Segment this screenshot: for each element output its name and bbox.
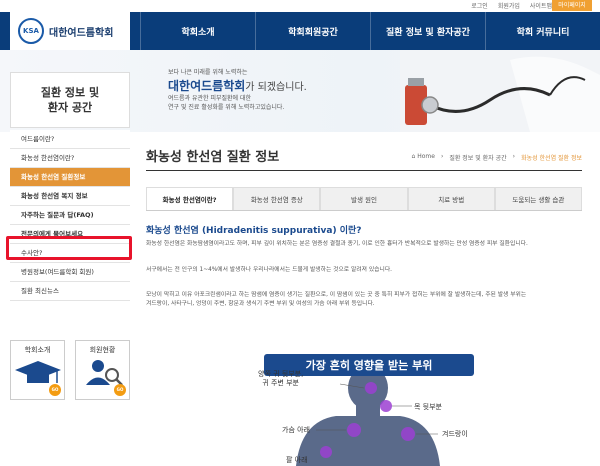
content-tabs: 화농성 한선염이란? 화농성 한선염 증상 발생 원인 치료 방법 도움되는 생… xyxy=(146,187,583,211)
tab-what-is-hs[interactable]: 화농성 한선염이란? xyxy=(146,187,234,210)
human-body-illustration xyxy=(296,376,440,466)
header: KSA 대한여드름학회 학회소개 학회회원공간 질환 정보 및 환자공간 학회 … xyxy=(0,12,600,50)
tab-lifestyle[interactable]: 도움되는 생활 습관 xyxy=(494,187,583,210)
section-title: 화농성 한선염 (Hidradenitis suppurativa) 이란? xyxy=(146,226,362,236)
card-members-label: 회원현황 xyxy=(89,346,116,354)
label-under-breast: 가슴 아래 xyxy=(282,426,310,434)
breadcrumb: ⌂ Home › 질환 정보 및 환자 공간 › 화농성 한선염 질환 정보 xyxy=(412,153,583,162)
nav-about[interactable]: 학회소개 xyxy=(140,12,255,50)
sidebar-item-hs-disease-info[interactable]: 화농성 한선염 질환정보 xyxy=(10,168,130,187)
nav-community[interactable]: 학회 커뮤니티 xyxy=(485,12,600,50)
logo[interactable]: KSA 대한여드름학회 xyxy=(10,12,130,50)
sitemap-link[interactable]: 사이트맵 xyxy=(530,1,552,10)
banner-title-suffix: 가 되겠습니다. xyxy=(245,82,307,93)
sidebar-item-hs-welfare[interactable]: 화농성 한선염 복지 정보 xyxy=(10,187,130,206)
paragraph-3-line2: 겨드랑이, 사타구니, 엉덩이 주변, 항문과 생식기 주변 부위 및 여성의 … xyxy=(146,301,375,307)
mypage-button[interactable]: 마이페이지 xyxy=(552,0,592,11)
breadcrumb-home-label: Home xyxy=(417,153,435,160)
label-behind-ears-line1: 양쪽 귀 뒷부분, xyxy=(258,370,304,378)
banner-title: 대한여드름학회가 되겠습니다. xyxy=(168,77,307,94)
body-figure: 양쪽 귀 뒷부분, 귀 주변 부분 목 뒷부분 가슴 아래 겨드랑이 팔 아래 xyxy=(146,370,582,466)
breadcrumb-sep: › xyxy=(440,153,444,160)
tab-symptoms[interactable]: 화농성 한선염 증상 xyxy=(233,187,321,210)
sidebar-title-line2: 환자 공간 xyxy=(47,101,93,114)
banner-desc-line2: 연구 및 진료 활성화를 위해 노력하고있습니다. xyxy=(168,104,285,111)
sidebar-title-line1: 질환 정보 및 xyxy=(40,86,100,99)
tab-causes[interactable]: 발생 원인 xyxy=(320,187,408,210)
banner-desc-line1: 여드름과 유관한 피부질환에 대한 xyxy=(168,95,252,102)
label-under-arm: 팔 아래 xyxy=(286,456,308,464)
login-link[interactable]: 로그인 xyxy=(471,1,488,10)
page-title: 화농성 한선염 질환 정보 xyxy=(146,150,280,165)
card-about-go[interactable]: GO xyxy=(49,384,61,396)
sidebar-item-hs-intro[interactable]: 화농성 한선염이란? xyxy=(10,149,130,168)
nav-members[interactable]: 학회회원공간 xyxy=(255,12,370,50)
paragraph-3-line1: 모낭이 막히고 이유 아포크린샘이라고 하는 땀샘에 염증이 생기는 질환으로,… xyxy=(146,292,527,298)
paragraph-2: 서구에서는 전 인구의 1~4%에서 발생하나 우리나라에서는 드물게 발생하는… xyxy=(146,267,393,273)
sidebar-title: 질환 정보 및 환자 공간 xyxy=(10,72,130,128)
highlight-box xyxy=(6,236,132,260)
sidebar-item-faq[interactable]: 자주하는 질문과 답(FAQ) xyxy=(10,206,130,225)
utility-bar: 로그인 회원가입 사이트맵 마이페이지 xyxy=(0,0,600,12)
card-members[interactable]: 회원현황 GO xyxy=(75,340,130,400)
logo-mark: KSA xyxy=(18,18,44,44)
banner-subtitle: 보다 나은 미래를 위해 노력하는 xyxy=(168,69,248,76)
paragraph-1: 화농성 한선염은 화농땀샘염이라고도 하며, 피부 깊이 위치하는 분은 염증성… xyxy=(146,241,528,247)
breadcrumb-section[interactable]: 질환 정보 및 환자 공간 xyxy=(449,153,506,162)
breadcrumb-current: 화농성 한선염 질환 정보 xyxy=(521,155,582,162)
sidebar-cards: 학회소개 GO 회원현황 GO xyxy=(10,340,130,400)
sidebar-item-hospital-info[interactable]: 병원정보(여드름학회 회원) xyxy=(10,263,130,282)
signup-link[interactable]: 회원가입 xyxy=(498,1,520,10)
label-behind-ears-line2: 귀 주변 부분 xyxy=(262,379,299,387)
sidebar-menu: 여드름이란? 화농성 한선염이란? 화농성 한선염 질환정보 화농성 한선염 복… xyxy=(10,130,130,301)
sidebar-item-acne[interactable]: 여드름이란? xyxy=(10,130,130,149)
label-back-of-neck: 목 뒷부분 xyxy=(414,403,442,411)
card-about-label: 학회소개 xyxy=(24,346,51,354)
label-armpit: 겨드랑이 xyxy=(442,430,468,438)
banner-description: 여드름과 유관한 피부질환에 대한 연구 및 진료 활성화를 위해 노력하고있습… xyxy=(168,94,338,112)
card-members-go[interactable]: GO xyxy=(114,384,126,396)
utility-links: 로그인 회원가입 사이트맵 xyxy=(471,1,552,10)
stethoscope-illustration xyxy=(400,50,600,132)
tab-treatment[interactable]: 치료 방법 xyxy=(407,187,495,210)
card-about[interactable]: 학회소개 GO xyxy=(10,340,65,400)
paragraph-3: 모낭이 막히고 이유 아포크린샘이라고 하는 땀샘에 염증이 생기는 질환으로,… xyxy=(146,291,582,309)
label-behind-ears: 양쪽 귀 뒷부분, 귀 주변 부분 xyxy=(258,370,303,388)
banner-title-main: 대한여드름학회 xyxy=(168,79,246,93)
global-nav: 학회소개 학회회원공간 질환 정보 및 환자공간 학회 커뮤니티 xyxy=(140,12,600,50)
breadcrumb-sep: › xyxy=(512,153,516,160)
title-divider xyxy=(146,170,582,171)
sidebar-item-news[interactable]: 질환 최신뉴스 xyxy=(10,282,130,301)
logo-name: 대한여드름학회 xyxy=(49,27,114,39)
breadcrumb-home[interactable]: ⌂ Home xyxy=(412,153,435,162)
nav-disease-info[interactable]: 질환 정보 및 환자공간 xyxy=(370,12,485,50)
